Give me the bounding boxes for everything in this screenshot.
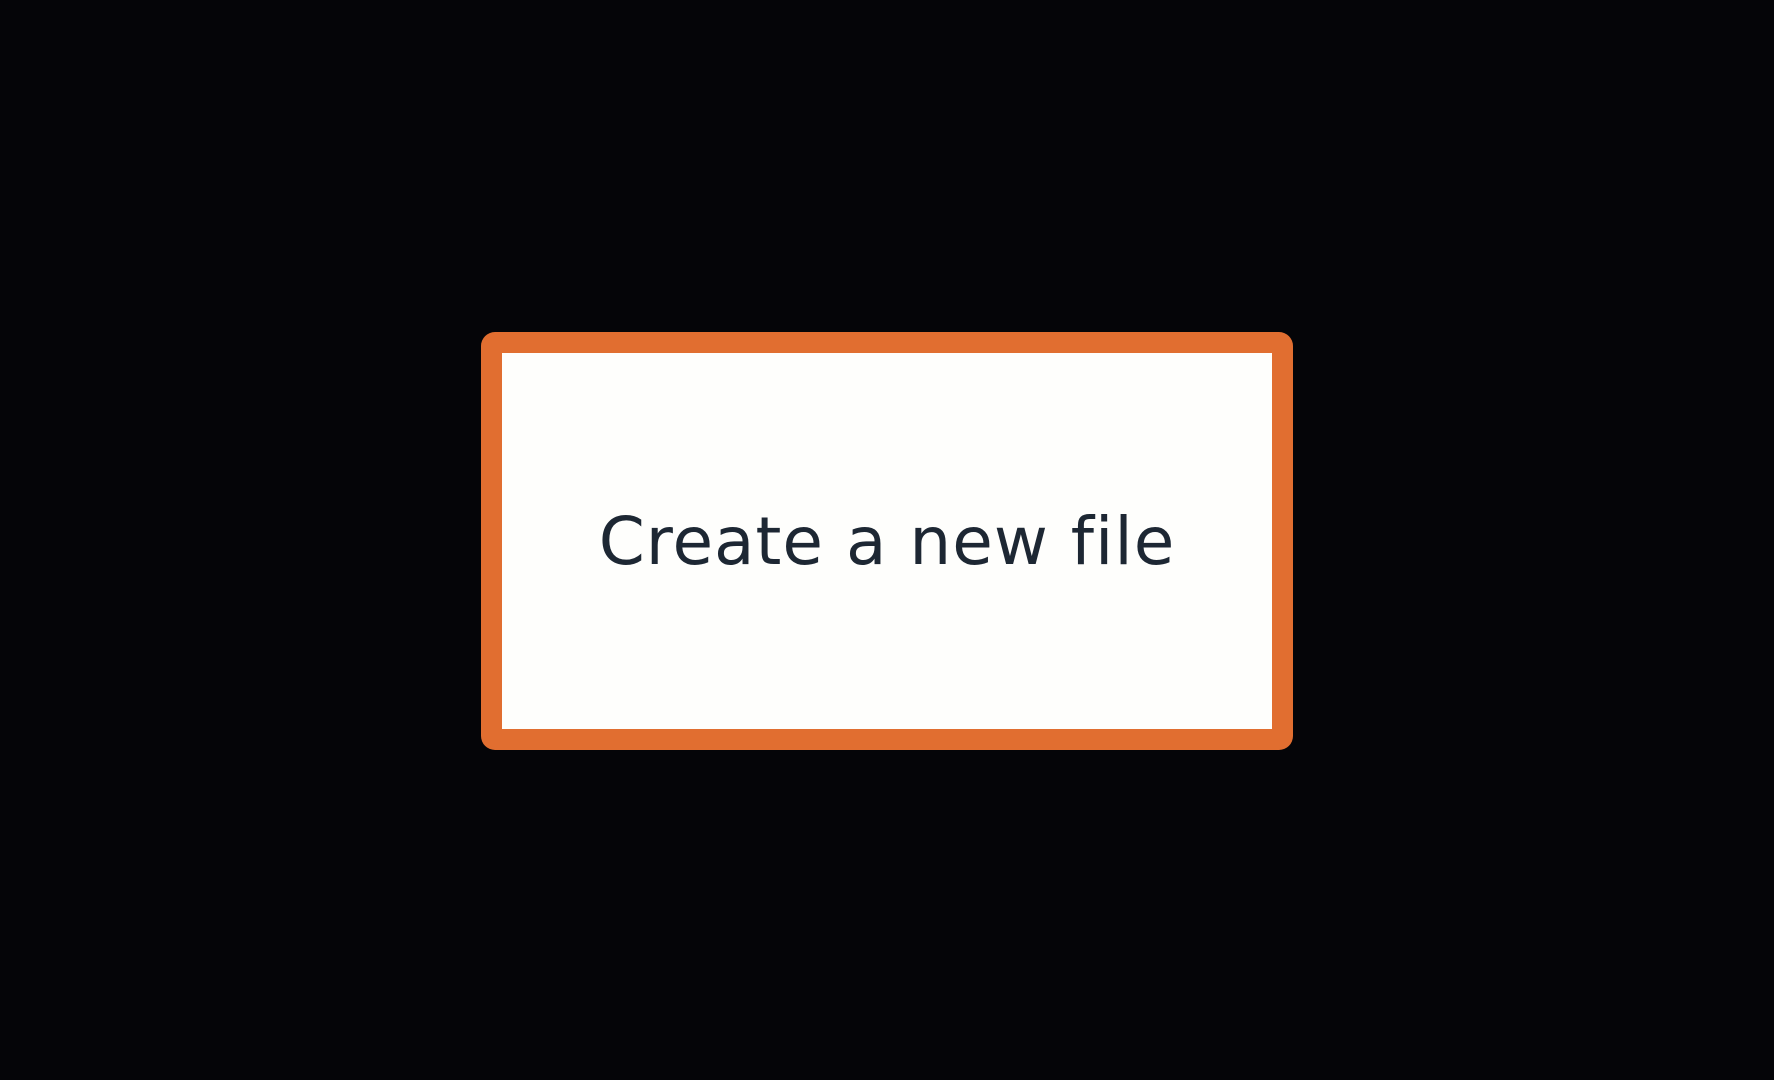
create-new-file-button[interactable]: Create a new file (481, 332, 1293, 750)
create-new-file-label: Create a new file (598, 502, 1176, 580)
screen-background: Create a new file (0, 0, 1774, 1080)
